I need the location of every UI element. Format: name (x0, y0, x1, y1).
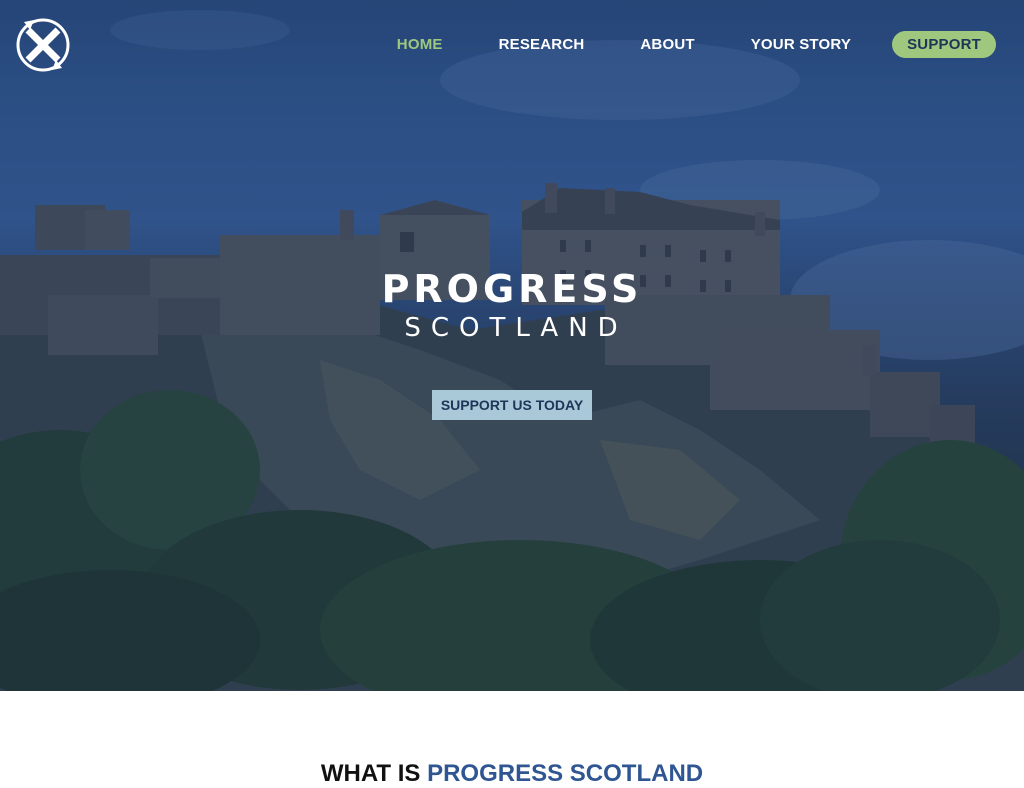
nav-home-link[interactable]: HOME (397, 36, 443, 53)
nav-about-link[interactable]: ABOUT (640, 36, 694, 53)
nav-research-link[interactable]: RESEARCH (499, 36, 585, 53)
nav-your-story-link[interactable]: YOUR STORY (751, 36, 851, 53)
support-us-today-button[interactable]: SUPPORT US TODAY (432, 390, 592, 420)
hero-title-block: PROGRESS SCOTLAND (0, 265, 1024, 345)
section-heading-accent: PROGRESS SCOTLAND (427, 759, 704, 787)
nav-support-button[interactable]: SUPPORT (892, 30, 996, 58)
main-navigation: HOME RESEARCH ABOUT YOUR STORY SUPPORT (341, 30, 996, 58)
hero-section: HOME RESEARCH ABOUT YOUR STORY SUPPORT P… (0, 0, 1024, 691)
hero-title: PROGRESS (381, 267, 643, 311)
saltire-compass-icon[interactable] (14, 16, 72, 74)
section-heading-prefix: WHAT IS (320, 759, 428, 787)
hero-subtitle: SCOTLAND (404, 313, 628, 343)
section-heading: WHAT IS PROGRESS SCOTLAND (0, 760, 1024, 788)
hero-overlay (0, 0, 1024, 691)
